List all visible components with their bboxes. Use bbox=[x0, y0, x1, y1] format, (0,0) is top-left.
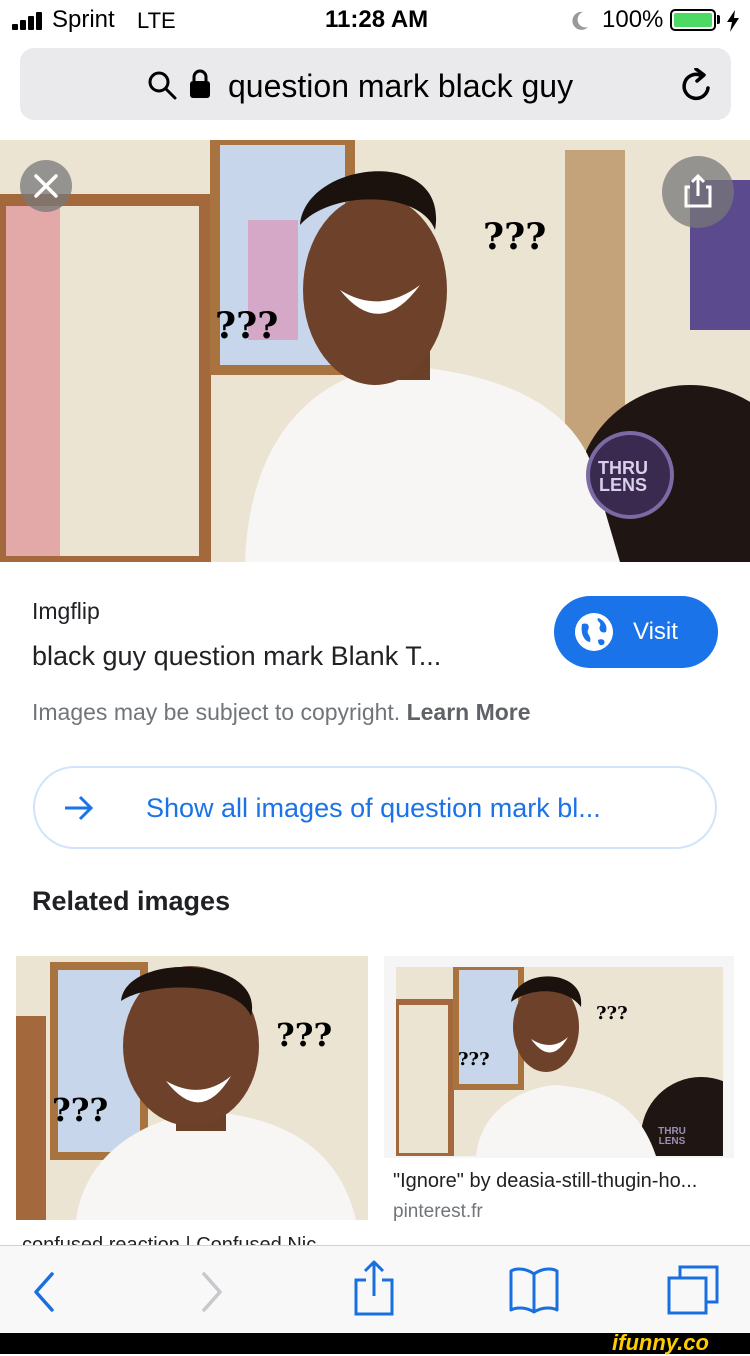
carrier-label: Sprint bbox=[52, 6, 115, 33]
overlay-text: ??? bbox=[483, 216, 547, 258]
battery-tip bbox=[717, 15, 720, 24]
hero-image[interactable]: ??? ??? THRU LENS bbox=[0, 140, 750, 562]
overlay-text: ??? bbox=[215, 305, 279, 347]
arrow-right-icon bbox=[65, 795, 94, 821]
show-all-label[interactable]: Show all images of question mark bl... bbox=[146, 793, 601, 824]
overlay-text: ??? bbox=[276, 1016, 333, 1054]
reload-icon[interactable] bbox=[680, 68, 714, 104]
related-caption-1[interactable]: confused reaction | Confused Nic... bbox=[22, 1234, 333, 1245]
bookmarks-icon[interactable] bbox=[508, 1266, 560, 1314]
battery-icon bbox=[670, 9, 716, 31]
lock-icon bbox=[190, 69, 210, 98]
overlay-text: ??? bbox=[458, 1049, 490, 1070]
close-button[interactable] bbox=[20, 160, 72, 212]
copyright-text: Images may be subject to copyright. bbox=[32, 699, 401, 725]
related-domain-2[interactable]: pinterest.fr bbox=[393, 1201, 483, 1223]
share-icon[interactable] bbox=[352, 1260, 396, 1316]
share-icon bbox=[684, 173, 712, 208]
battery-percent: 100% bbox=[602, 6, 664, 33]
share-button[interactable] bbox=[662, 156, 734, 228]
visit-label[interactable]: Visit bbox=[633, 618, 678, 646]
clock: 11:28 AM bbox=[325, 6, 429, 33]
related-heading: Related images bbox=[32, 886, 231, 916]
forward-icon[interactable] bbox=[198, 1272, 226, 1312]
search-query[interactable]: question mark black guy bbox=[228, 68, 573, 105]
overlay-text: ??? bbox=[596, 1003, 628, 1024]
overlay-text: ??? bbox=[52, 1091, 109, 1129]
related-image-1[interactable]: ??? ??? bbox=[16, 956, 368, 1220]
watermark-line: LENS bbox=[598, 475, 647, 495]
charging-icon bbox=[727, 10, 739, 32]
copyright-notice: Images may be subject to copyright. Lear… bbox=[32, 699, 531, 726]
brand-watermark: ifunny.co bbox=[612, 1330, 709, 1355]
learn-more-link[interactable]: Learn More bbox=[407, 699, 531, 725]
close-icon bbox=[34, 174, 58, 198]
meme-photo bbox=[16, 956, 368, 1220]
search-icon bbox=[148, 71, 177, 100]
signal-icon bbox=[12, 12, 48, 30]
tabs-icon[interactable] bbox=[666, 1264, 720, 1316]
globe-icon bbox=[575, 613, 613, 651]
watermark: THRU LENS bbox=[658, 1126, 686, 1147]
back-icon[interactable] bbox=[30, 1272, 58, 1312]
related-image-2[interactable]: ??? ??? THRU LENS bbox=[396, 967, 723, 1156]
result-title[interactable]: black guy question mark Blank T... bbox=[32, 641, 441, 672]
watermark: THRU LENS bbox=[598, 459, 648, 495]
meme-photo bbox=[0, 140, 750, 562]
network-label: LTE bbox=[137, 8, 176, 33]
related-caption-2[interactable]: "Ignore" by deasia-still-thugin-ho... bbox=[393, 1170, 697, 1193]
moon-icon bbox=[572, 11, 588, 30]
source-label[interactable]: Imgflip bbox=[32, 598, 100, 625]
